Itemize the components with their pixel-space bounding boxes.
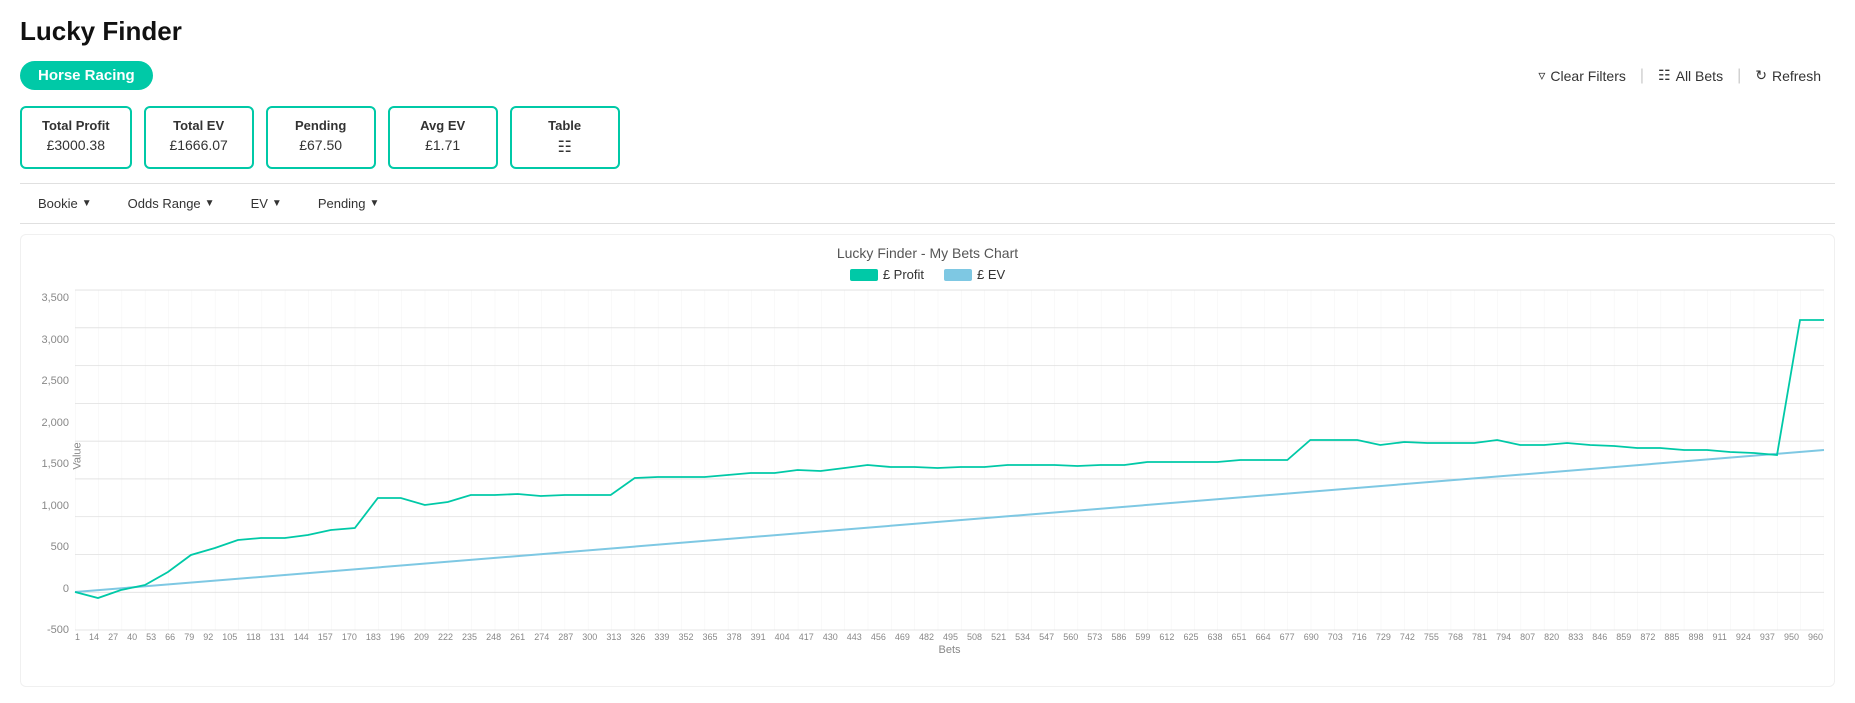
- chart-legend: £ Profit £ EV: [31, 267, 1824, 282]
- total-profit-label: Total Profit: [42, 118, 110, 133]
- bookie-label: Bookie: [38, 196, 78, 211]
- filter-bar: Bookie ▼ Odds Range ▼ EV ▼ Pending ▼: [20, 183, 1835, 224]
- clear-filters-action[interactable]: ▿ Clear Filters: [1524, 67, 1640, 84]
- table-card[interactable]: Table ☷: [510, 106, 620, 169]
- pending-filter-label: Pending: [318, 196, 366, 211]
- chart-area: Lucky Finder - My Bets Chart £ Profit £ …: [20, 234, 1835, 687]
- total-ev-card[interactable]: Total EV £1666.07: [144, 106, 254, 169]
- odds-range-filter[interactable]: Odds Range ▼: [110, 192, 233, 215]
- refresh-action[interactable]: ↻ Refresh: [1741, 67, 1835, 84]
- page-title: Lucky Finder: [20, 16, 1835, 47]
- ev-label: EV: [251, 196, 268, 211]
- chart-svg: [75, 290, 1824, 630]
- table-list-icon: ☷: [532, 137, 598, 157]
- odds-chevron-icon: ▼: [205, 198, 215, 209]
- ev-filter[interactable]: EV ▼: [233, 192, 300, 215]
- table-icon: ☷: [1658, 67, 1671, 84]
- profit-legend-label: £ Profit: [883, 267, 924, 282]
- odds-range-label: Odds Range: [128, 196, 201, 211]
- avg-ev-value: £1.71: [410, 137, 476, 153]
- filter-icon: ▿: [1538, 67, 1545, 84]
- profit-legend-item: £ Profit: [850, 267, 924, 282]
- refresh-icon: ↻: [1755, 67, 1767, 84]
- bookie-filter[interactable]: Bookie ▼: [20, 192, 110, 215]
- pending-label: Pending: [288, 118, 354, 133]
- pending-filter[interactable]: Pending ▼: [300, 192, 398, 215]
- all-bets-label: All Bets: [1676, 68, 1723, 84]
- x-axis: 1 14 27 40 53 66 79 92 105 118 131 144 1…: [75, 630, 1824, 642]
- clear-filters-label: Clear Filters: [1550, 68, 1625, 84]
- y-axis: 3,500 3,000 2,500 2,000 1,500 1,000 500 …: [31, 290, 75, 656]
- total-ev-label: Total EV: [166, 118, 232, 133]
- horse-racing-filter[interactable]: Horse Racing: [20, 61, 153, 90]
- ev-legend-label: £ EV: [977, 267, 1005, 282]
- ev-legend-item: £ EV: [944, 267, 1005, 282]
- all-bets-action[interactable]: ☷ All Bets: [1644, 67, 1737, 84]
- chart-svg-wrapper: [75, 290, 1824, 630]
- top-bar: Horse Racing ▿ Clear Filters | ☷ All Bet…: [20, 61, 1835, 90]
- refresh-label: Refresh: [1772, 68, 1821, 84]
- ev-chevron-icon: ▼: [272, 198, 282, 209]
- top-actions: ▿ Clear Filters | ☷ All Bets | ↻ Refresh: [1524, 67, 1835, 85]
- pending-card[interactable]: Pending £67.50: [266, 106, 376, 169]
- y-axis-label: Value: [72, 442, 84, 469]
- total-profit-card[interactable]: Total Profit £3000.38: [20, 106, 132, 169]
- chart-title: Lucky Finder - My Bets Chart: [31, 245, 1824, 261]
- table-label: Table: [532, 118, 598, 133]
- total-ev-value: £1666.07: [166, 137, 232, 153]
- profit-legend-color: [850, 269, 878, 281]
- x-axis-label: Bets: [75, 644, 1824, 656]
- avg-ev-label: Avg EV: [410, 118, 476, 133]
- pending-value: £67.50: [288, 137, 354, 153]
- stats-row: Total Profit £3000.38 Total EV £1666.07 …: [20, 106, 1835, 169]
- total-profit-value: £3000.38: [42, 137, 110, 153]
- ev-legend-color: [944, 269, 972, 281]
- bookie-chevron-icon: ▼: [82, 198, 92, 209]
- pending-chevron-icon: ▼: [370, 198, 380, 209]
- avg-ev-card[interactable]: Avg EV £1.71: [388, 106, 498, 169]
